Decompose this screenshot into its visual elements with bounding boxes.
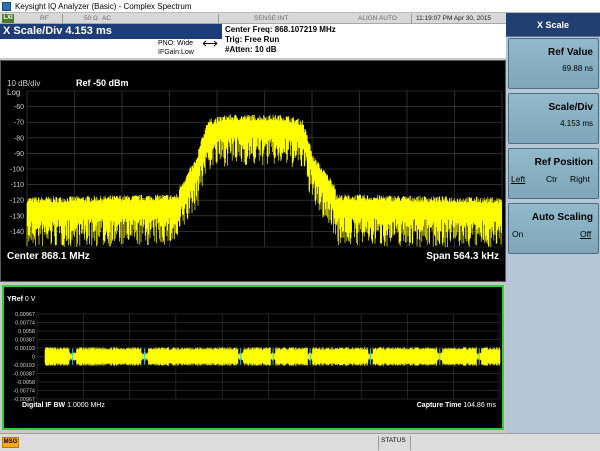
divider xyxy=(378,436,379,450)
iq-y-tick-label: 0.00967 xyxy=(15,312,35,318)
pno-setting: PNO: Wide xyxy=(158,40,194,47)
trigger-readout: Trig: Free Run xyxy=(225,35,280,44)
ref-position-label: Ref Position xyxy=(534,157,593,168)
iq-waveform-window[interactable]: 0.00967 0.00774 0.0058 0.00387 0.00193 0 -0.00… xyxy=(2,285,504,430)
iq-y-tick-label: 0.00774 xyxy=(15,321,35,327)
scale-div-value: 4.153 ms xyxy=(560,119,593,128)
iq-y-tick-label: 0 xyxy=(32,355,35,361)
iq-y-tick-label: -0.00774 xyxy=(13,389,35,395)
align-indicator: ALIGN AUTO xyxy=(358,15,397,22)
yref-label: YRef xyxy=(7,296,23,303)
window-title: Keysight IQ Analyzer (Basic) - Complex S… xyxy=(15,2,192,11)
capture-time-label: Capture Time xyxy=(416,402,462,409)
app-icon xyxy=(2,2,11,11)
divider xyxy=(410,436,411,450)
iq-y-tick-label: 0.00193 xyxy=(15,346,35,352)
log-label: Log xyxy=(7,88,21,97)
title-bar: Keysight IQ Analyzer (Basic) - Complex S… xyxy=(0,0,600,13)
capture-time-readout: Capture Time 104.86 ms xyxy=(417,402,496,409)
y-tick-label: -70 xyxy=(14,120,24,127)
spectrum-window[interactable]: -60 -70 -80 -90 -100 -110 -120 -130 -140 10 dB/d… xyxy=(0,60,506,282)
ifgain-setting: IFGain:Low xyxy=(158,49,194,56)
y-tick-label: -60 xyxy=(14,104,24,111)
measurement-header: X Scale/Div 4.153 ms PNO: Wide IFGain:Lo… xyxy=(0,24,506,58)
scale-div-softkey[interactable]: Scale/Div 4.153 ms xyxy=(508,93,599,144)
y-tick-label: -140 xyxy=(10,229,24,236)
ref-value-softkey[interactable]: Ref Value 69.88 ns xyxy=(508,38,599,89)
yref-readout: YRef 0 V xyxy=(7,296,35,303)
iq-waveform-trace xyxy=(44,347,501,366)
instrument-status-row: LXI RF 50 Ω AC SENSE:INT ALIGN AUTO 11:1… xyxy=(0,13,506,24)
lxi-icon: LXI xyxy=(2,14,14,23)
center-frequency-label: Center 868.1 MHz xyxy=(7,251,90,262)
iq-y-tick-label: -0.00387 xyxy=(13,372,35,378)
y-tick-label: -90 xyxy=(14,151,24,158)
active-function-title: X Scale/Div 4.153 ms xyxy=(0,24,222,39)
softkey-menu-title: X Scale xyxy=(506,13,600,37)
double-arrow-icon xyxy=(202,40,218,47)
iq-y-tick-label: -0.0058 xyxy=(16,380,35,386)
if-bw-value: 1.0000 MHz xyxy=(67,402,105,409)
y-tick-label: -110 xyxy=(11,182,25,189)
spectrum-plot: -60 -70 -80 -90 -100 -110 -120 -130 -140 xyxy=(10,90,503,248)
ref-value-label: Ref Value xyxy=(547,47,593,58)
ref-position-ctr-option[interactable]: Ctr xyxy=(546,174,557,184)
softkey-panel: X Scale Ref Value 69.88 ns Scale/Div 4.1… xyxy=(506,13,600,433)
iq-y-tick-label: 0.00387 xyxy=(15,338,35,344)
bottom-status-bar: MSG STATUS xyxy=(0,433,600,451)
y-tick-label: -130 xyxy=(10,213,24,220)
ref-level-label: Ref -50 dBm xyxy=(76,78,129,88)
ref-position-left-option[interactable]: Left xyxy=(511,174,525,184)
ref-position-right-option[interactable]: Right xyxy=(570,174,590,184)
auto-scaling-softkey[interactable]: Auto Scaling On Off xyxy=(508,203,599,254)
auto-scaling-on-option[interactable]: On xyxy=(512,229,523,239)
iq-y-tick-label: 0.0058 xyxy=(18,329,35,335)
span-label: Span 564.3 kHz xyxy=(426,251,499,262)
if-bw-label: Digital IF BW xyxy=(22,402,66,409)
attenuation-readout: #Atten: 10 dB xyxy=(225,45,277,54)
scale-div-label: Scale/Div xyxy=(548,102,593,113)
ref-position-softkey[interactable]: Ref Position Left Ctr Right xyxy=(508,148,599,199)
ref-value-value: 69.88 ns xyxy=(562,64,593,73)
iq-y-tick-label: -0.00193 xyxy=(13,363,35,369)
datetime-display: 11:19:07 PM Apr 30, 2015 xyxy=(416,15,492,22)
y-tick-label: -80 xyxy=(14,135,24,142)
yref-value: 0 V xyxy=(24,296,36,303)
coupling-indicator: AC xyxy=(102,15,112,22)
impedance-indicator: 50 Ω xyxy=(84,15,98,22)
divider xyxy=(218,14,219,23)
divider xyxy=(411,14,412,23)
divider xyxy=(62,14,63,23)
sense-indicator: SENSE:INT xyxy=(254,15,289,22)
auto-scaling-off-option[interactable]: Off xyxy=(580,229,591,239)
y-tick-label: -100 xyxy=(10,167,24,174)
auto-scaling-label: Auto Scaling xyxy=(531,212,593,223)
rf-indicator: RF xyxy=(40,15,49,22)
message-button[interactable]: MSG xyxy=(2,437,19,448)
status-label: STATUS xyxy=(381,437,406,444)
y-tick-label: -120 xyxy=(10,198,24,205)
capture-time-value: 104.86 ms xyxy=(463,402,496,409)
scale-per-div-label: 10 dB/div xyxy=(7,79,41,88)
center-freq-readout: Center Freq: 868.107219 MHz xyxy=(225,25,336,34)
if-bw-readout: Digital IF BW 1.0000 MHz xyxy=(22,402,105,409)
softkey-panel-blank-area xyxy=(508,283,599,433)
